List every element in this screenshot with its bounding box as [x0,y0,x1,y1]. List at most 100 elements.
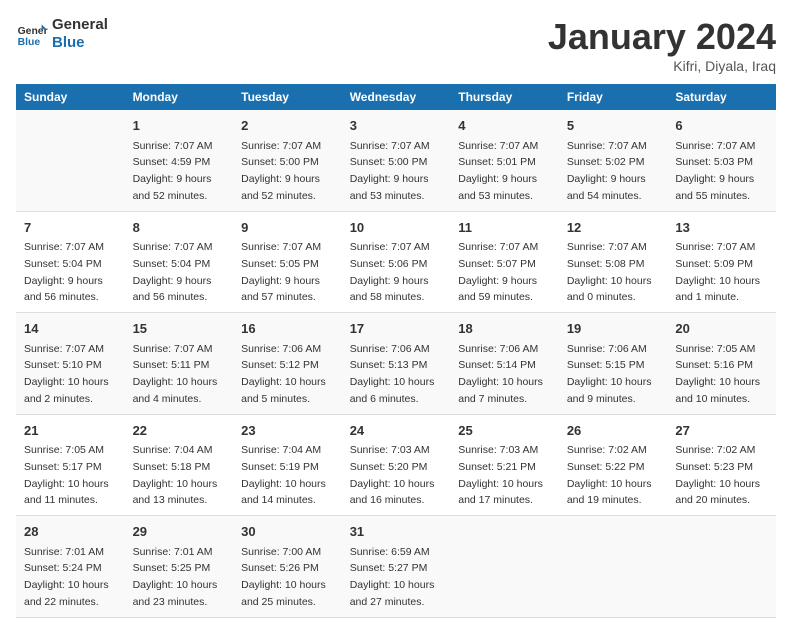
calendar-cell: 1Sunrise: 7:07 AMSunset: 4:59 PMDaylight… [125,110,234,211]
sunset-time: Sunset: 5:11 PM [133,359,210,371]
sunrise-time: Sunrise: 7:06 AM [350,343,430,355]
sunrise-time: Sunrise: 7:07 AM [567,241,647,253]
calendar-cell: 12Sunrise: 7:07 AMSunset: 5:08 PMDayligh… [559,211,668,313]
day-number: 22 [133,421,226,441]
daylight-hours: Daylight: 9 hours and 52 minutes. [133,173,212,202]
sunrise-time: Sunrise: 7:06 AM [458,343,538,355]
sunrise-time: Sunrise: 7:07 AM [350,241,430,253]
weekday-header-sunday: Sunday [16,84,125,110]
sunset-time: Sunset: 5:26 PM [241,562,319,574]
weekday-header-wednesday: Wednesday [342,84,451,110]
day-number: 12 [567,218,660,238]
sunrise-time: Sunrise: 7:07 AM [241,241,321,253]
day-number: 3 [350,116,443,136]
daylight-hours: Daylight: 10 hours and 11 minutes. [24,478,109,507]
sunset-time: Sunset: 5:00 PM [241,156,319,168]
calendar-cell [16,110,125,211]
daylight-hours: Daylight: 10 hours and 20 minutes. [675,478,760,507]
sunrise-time: Sunrise: 7:06 AM [241,343,321,355]
sunrise-time: Sunrise: 6:59 AM [350,546,430,558]
calendar-cell: 29Sunrise: 7:01 AMSunset: 5:25 PMDayligh… [125,516,234,618]
daylight-hours: Daylight: 9 hours and 57 minutes. [241,275,320,304]
weekday-header-thursday: Thursday [450,84,559,110]
day-number: 25 [458,421,551,441]
daylight-hours: Daylight: 10 hours and 22 minutes. [24,579,109,608]
sunset-time: Sunset: 5:16 PM [675,359,753,371]
week-row-2: 7Sunrise: 7:07 AMSunset: 5:04 PMDaylight… [16,211,776,313]
daylight-hours: Daylight: 10 hours and 19 minutes. [567,478,652,507]
sunrise-time: Sunrise: 7:02 AM [567,444,647,456]
sunset-time: Sunset: 5:08 PM [567,258,645,270]
calendar-cell: 6Sunrise: 7:07 AMSunset: 5:03 PMDaylight… [667,110,776,211]
sunrise-time: Sunrise: 7:01 AM [24,546,104,558]
day-number: 8 [133,218,226,238]
sunrise-time: Sunrise: 7:05 AM [675,343,755,355]
sunset-time: Sunset: 5:02 PM [567,156,645,168]
calendar-cell: 5Sunrise: 7:07 AMSunset: 5:02 PMDaylight… [559,110,668,211]
calendar-cell: 17Sunrise: 7:06 AMSunset: 5:13 PMDayligh… [342,313,451,415]
day-number: 4 [458,116,551,136]
day-number: 18 [458,319,551,339]
daylight-hours: Daylight: 10 hours and 25 minutes. [241,579,326,608]
sunset-time: Sunset: 5:06 PM [350,258,428,270]
sunrise-time: Sunrise: 7:06 AM [567,343,647,355]
calendar-cell: 15Sunrise: 7:07 AMSunset: 5:11 PMDayligh… [125,313,234,415]
calendar-cell [667,516,776,618]
logo-text-line2: Blue [52,34,108,52]
sunset-time: Sunset: 5:24 PM [24,562,102,574]
calendar-cell: 4Sunrise: 7:07 AMSunset: 5:01 PMDaylight… [450,110,559,211]
day-number: 16 [241,319,334,339]
day-number: 29 [133,522,226,542]
daylight-hours: Daylight: 10 hours and 10 minutes. [675,376,760,405]
calendar-cell [559,516,668,618]
day-number: 26 [567,421,660,441]
day-number: 7 [24,218,117,238]
day-number: 13 [675,218,768,238]
sunset-time: Sunset: 5:17 PM [24,461,102,473]
daylight-hours: Daylight: 10 hours and 9 minutes. [567,376,652,405]
svg-text:Blue: Blue [18,37,41,48]
sunrise-time: Sunrise: 7:07 AM [24,241,104,253]
logo-text-line1: General [52,16,108,34]
sunrise-time: Sunrise: 7:00 AM [241,546,321,558]
calendar-cell: 3Sunrise: 7:07 AMSunset: 5:00 PMDaylight… [342,110,451,211]
sunset-time: Sunset: 5:19 PM [241,461,319,473]
week-row-1: 1Sunrise: 7:07 AMSunset: 4:59 PMDaylight… [16,110,776,211]
day-number: 23 [241,421,334,441]
calendar-cell: 30Sunrise: 7:00 AMSunset: 5:26 PMDayligh… [233,516,342,618]
sunrise-time: Sunrise: 7:07 AM [350,140,430,152]
day-number: 21 [24,421,117,441]
sunrise-time: Sunrise: 7:07 AM [133,343,213,355]
logo: General Blue General Blue [16,16,108,52]
month-title: January 2024 [548,16,776,58]
sunrise-time: Sunrise: 7:04 AM [241,444,321,456]
day-number: 5 [567,116,660,136]
sunset-time: Sunset: 5:09 PM [675,258,753,270]
sunrise-time: Sunrise: 7:07 AM [675,241,755,253]
day-number: 10 [350,218,443,238]
weekday-header-friday: Friday [559,84,668,110]
day-number: 9 [241,218,334,238]
calendar-cell: 18Sunrise: 7:06 AMSunset: 5:14 PMDayligh… [450,313,559,415]
calendar-cell: 31Sunrise: 6:59 AMSunset: 5:27 PMDayligh… [342,516,451,618]
week-row-3: 14Sunrise: 7:07 AMSunset: 5:10 PMDayligh… [16,313,776,415]
day-number: 20 [675,319,768,339]
sunrise-time: Sunrise: 7:02 AM [675,444,755,456]
sunset-time: Sunset: 5:22 PM [567,461,645,473]
daylight-hours: Daylight: 10 hours and 13 minutes. [133,478,218,507]
day-number: 14 [24,319,117,339]
daylight-hours: Daylight: 10 hours and 17 minutes. [458,478,543,507]
sunrise-time: Sunrise: 7:07 AM [241,140,321,152]
logo-icon: General Blue [16,18,48,50]
calendar-cell: 21Sunrise: 7:05 AMSunset: 5:17 PMDayligh… [16,414,125,516]
weekday-header-monday: Monday [125,84,234,110]
calendar-cell: 11Sunrise: 7:07 AMSunset: 5:07 PMDayligh… [450,211,559,313]
daylight-hours: Daylight: 10 hours and 16 minutes. [350,478,435,507]
daylight-hours: Daylight: 9 hours and 59 minutes. [458,275,537,304]
daylight-hours: Daylight: 10 hours and 7 minutes. [458,376,543,405]
sunset-time: Sunset: 5:13 PM [350,359,428,371]
calendar-cell: 27Sunrise: 7:02 AMSunset: 5:23 PMDayligh… [667,414,776,516]
day-number: 11 [458,218,551,238]
daylight-hours: Daylight: 9 hours and 53 minutes. [350,173,429,202]
calendar-cell: 25Sunrise: 7:03 AMSunset: 5:21 PMDayligh… [450,414,559,516]
